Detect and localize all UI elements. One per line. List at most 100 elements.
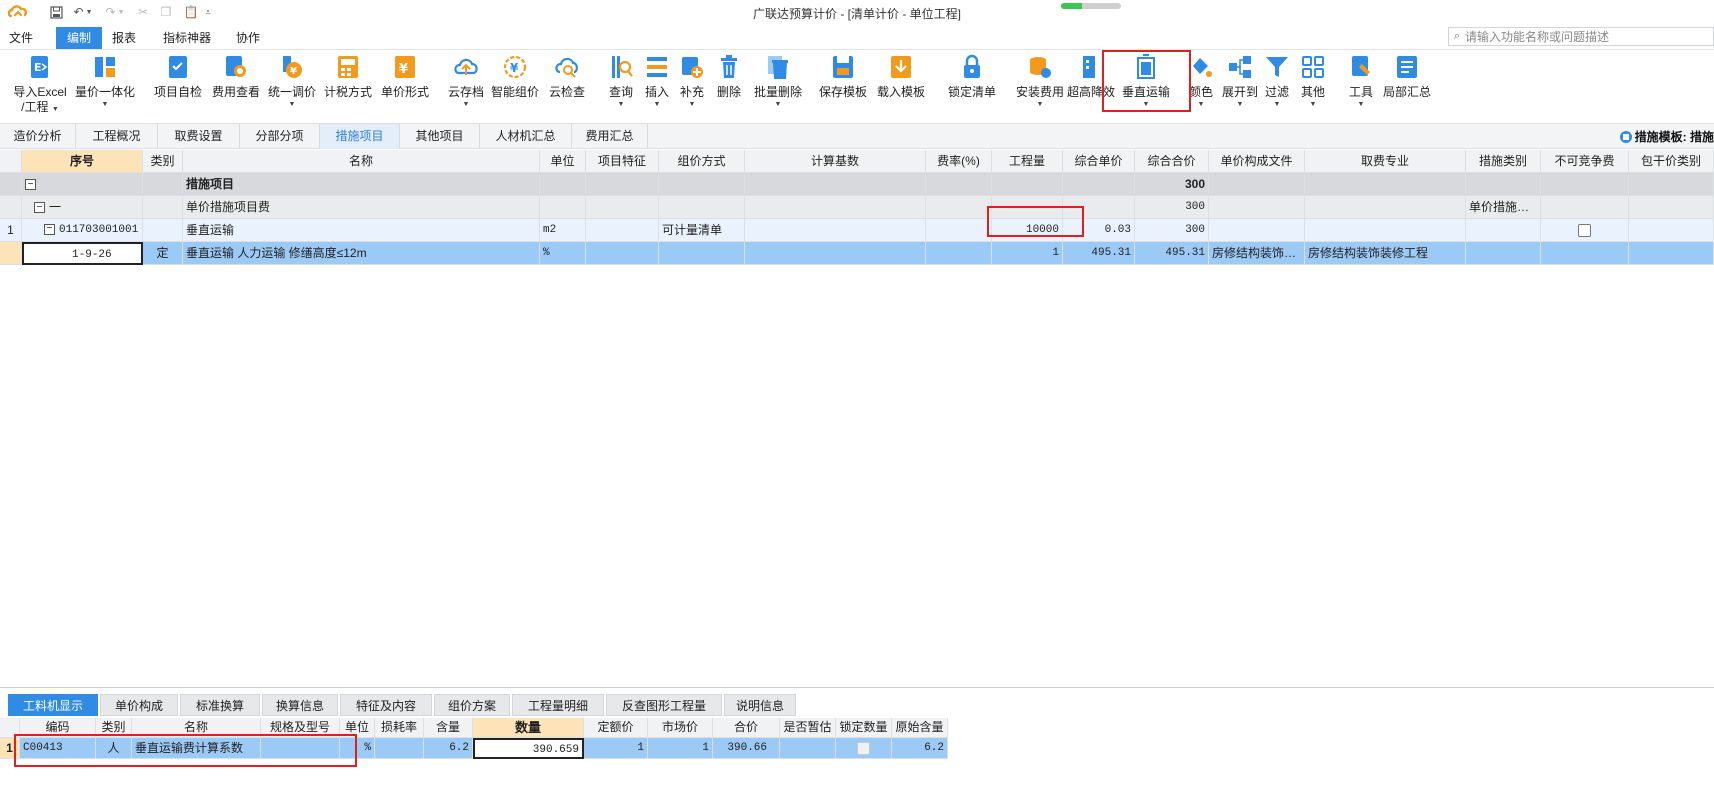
name-cell[interactable]: 措施项目 <box>183 173 540 196</box>
noncomp-cell[interactable] <box>1541 219 1629 242</box>
price-cell[interactable] <box>1063 196 1135 219</box>
total-cell[interactable]: 300 <box>1135 196 1209 219</box>
column-header[interactable]: 规格及型号 <box>261 718 340 738</box>
tab-pricing-scheme[interactable]: 组价方案 <box>434 694 510 716</box>
base-cell[interactable] <box>745 173 926 196</box>
collapse-toggle-icon[interactable]: − <box>25 179 36 191</box>
cost-view-button[interactable]: 费用查看 <box>210 54 262 100</box>
qty-cell[interactable]: 10000 <box>992 219 1063 242</box>
column-header[interactable]: 项目特征 <box>586 150 659 173</box>
quantity-input[interactable]: 390.659 <box>473 738 584 759</box>
seq-cell[interactable]: − <box>22 173 143 196</box>
market-price-cell[interactable]: 1 <box>648 738 713 759</box>
install-fee-button[interactable]: 安装费用 ▼ <box>1014 54 1066 109</box>
unit-cell[interactable]: % <box>540 242 586 265</box>
lock-list-button[interactable]: 锁定清单 <box>944 54 1000 100</box>
vertical-transport-button[interactable]: 垂直运输 ▼ <box>1118 54 1174 109</box>
total-cell[interactable]: 495.31 <box>1135 242 1209 265</box>
column-header[interactable]: 费率(%) <box>926 150 992 173</box>
file-cell[interactable] <box>1209 196 1305 219</box>
tab-project-overview[interactable]: 工程概况 <box>76 124 158 149</box>
column-header[interactable]: 单价构成文件 <box>1209 150 1305 173</box>
tab-conversion-info[interactable]: 换算信息 <box>262 694 338 716</box>
table-row[interactable]: 1-9-26 定 垂直运输 人力运输 修缮高度≤12m % 1 495.31 4… <box>0 242 1714 265</box>
qty-cell[interactable] <box>992 196 1063 219</box>
unify-price-button[interactable]: ¥ 统一调价 ▼ <box>266 54 318 109</box>
lock-quantity-checkbox[interactable] <box>857 742 870 756</box>
column-header[interactable]: 不可竞争费 <box>1541 150 1629 173</box>
type-cell[interactable]: 定 <box>143 242 183 265</box>
color-button[interactable]: 颜色 ▼ <box>1186 54 1216 109</box>
column-header[interactable]: 单位 <box>340 718 375 738</box>
seq-cell[interactable]: −011703001001 <box>22 219 143 242</box>
noncomp-cell[interactable] <box>1541 242 1629 265</box>
base-cell[interactable] <box>745 219 926 242</box>
column-header[interactable]: 含量 <box>424 718 473 738</box>
menu-collab[interactable]: 协作 <box>228 27 268 49</box>
rate-cell[interactable] <box>926 196 992 219</box>
supplement-button[interactable]: 补充 ▼ <box>675 54 709 109</box>
method-cell[interactable] <box>659 173 745 196</box>
price-cell[interactable] <box>1063 173 1135 196</box>
tab-other-items[interactable]: 其他项目 <box>400 124 480 149</box>
menu-file[interactable]: 文件 <box>1 27 41 49</box>
tab-fee-summary[interactable]: 费用汇总 <box>572 124 648 149</box>
column-header[interactable]: 计算基数 <box>745 150 926 173</box>
noncomp-cell[interactable] <box>1541 196 1629 219</box>
feature-cell[interactable] <box>586 196 659 219</box>
column-header[interactable]: 类别 <box>96 718 132 738</box>
column-header[interactable]: 损耗率 <box>375 718 424 738</box>
column-header[interactable]: 措施类别 <box>1466 150 1541 173</box>
rate-cell[interactable] <box>926 219 992 242</box>
quantity-price-button[interactable]: 量价一体化 ▼ <box>74 54 136 109</box>
pkg-cell[interactable] <box>1629 196 1714 219</box>
tools-button[interactable]: 工具 ▼ <box>1344 54 1378 109</box>
tab-fee-setting[interactable]: 取费设置 <box>158 124 240 149</box>
menu-compile[interactable]: 编制 <box>56 27 102 49</box>
unit-cell[interactable]: % <box>340 738 375 759</box>
base-cell[interactable] <box>745 196 926 219</box>
name-cell[interactable]: 垂直运输 <box>183 219 540 242</box>
price-cell[interactable]: 0.03 <box>1063 219 1135 242</box>
table-row[interactable]: 1 C00413 人 垂直运输费计算系数 % 6.2 390.659 1 1 3… <box>0 738 1714 759</box>
column-header[interactable]: 定额价 <box>584 718 648 738</box>
name-cell[interactable]: 垂直运输 人力运输 修缮高度≤12m <box>183 242 540 265</box>
other-button[interactable]: 其他 ▼ <box>1296 54 1330 109</box>
code-cell[interactable]: C00413 <box>20 738 96 759</box>
super-high-button[interactable]: 超高降效 <box>1066 54 1116 100</box>
tab-standard-conversion[interactable]: 标准换算 <box>180 694 260 716</box>
price-cell[interactable]: 495.31 <box>1063 242 1135 265</box>
estimate-cell[interactable] <box>780 738 836 759</box>
column-header[interactable]: 综合合价 <box>1135 150 1209 173</box>
pkg-cell[interactable] <box>1629 219 1714 242</box>
type-cell[interactable] <box>143 219 183 242</box>
menu-report[interactable]: 报表 <box>104 27 144 49</box>
file-cell[interactable] <box>1209 173 1305 196</box>
qty-cell[interactable] <box>992 173 1063 196</box>
column-header[interactable]: 取费专业 <box>1305 150 1466 173</box>
self-check-button[interactable]: 项目自检 <box>152 54 204 100</box>
table-row[interactable]: 1 −011703001001 垂直运输 m2 可计量清单 10000 0.03… <box>0 219 1714 242</box>
cat-cell[interactable]: 单价措施… <box>1466 196 1541 219</box>
total-cell[interactable]: 300 <box>1135 173 1209 196</box>
unit-cell[interactable]: m2 <box>540 219 586 242</box>
cat-cell[interactable] <box>1466 173 1541 196</box>
tab-labor-material[interactable]: 人材机汇总 <box>480 124 572 149</box>
qty-cell[interactable]: 1 <box>992 242 1063 265</box>
column-header[interactable]: 单位 <box>540 150 586 173</box>
content-cell[interactable]: 6.2 <box>424 738 473 759</box>
cloud-check-button[interactable]: 云检查 <box>546 54 588 100</box>
save-template-button[interactable]: 保存模板 <box>815 54 871 100</box>
seq-cell[interactable]: 1-9-26 <box>22 242 143 265</box>
method-cell[interactable] <box>659 242 745 265</box>
column-header[interactable]: 市场价 <box>648 718 713 738</box>
total-cell[interactable]: 390.66 <box>713 738 780 759</box>
tab-labor-material-display[interactable]: 工料机显示 <box>8 694 98 716</box>
column-header[interactable]: 综合单价 <box>1063 150 1135 173</box>
tab-features-content[interactable]: 特征及内容 <box>340 694 432 716</box>
cat-cell[interactable] <box>1466 219 1541 242</box>
load-template-button[interactable]: 载入模板 <box>873 54 929 100</box>
fee-cell[interactable] <box>1305 219 1466 242</box>
pkg-cell[interactable] <box>1629 242 1714 265</box>
column-header[interactable]: 合价 <box>713 718 780 738</box>
